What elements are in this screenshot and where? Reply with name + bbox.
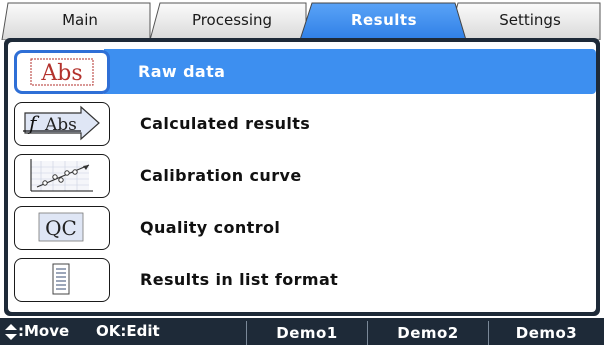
qc-icon: QC [14,206,110,250]
move-hint: :Move [18,322,70,340]
calibration-plot-icon [14,154,110,198]
tab-processing[interactable]: Processing [158,10,306,30]
menu-list: Abs Raw data f Abs Calculated results Ca… [8,42,596,312]
tab-main[interactable]: Main [10,10,150,30]
function-abs-icon: f Abs [14,102,110,146]
up-down-arrows-icon [5,324,17,340]
abs-icon: Abs [14,50,110,94]
ok-edit-hint: OK:Edit [96,322,160,340]
svg-text:Abs: Abs [40,61,82,86]
menu-item-label: Raw data [138,62,226,81]
results-menu-panel: Abs Raw data f Abs Calculated results Ca… [4,38,600,316]
list-document-icon [14,258,110,302]
menu-item-calibration-curve[interactable]: Calibration curve [8,152,596,202]
tab-results[interactable]: Results [310,10,458,30]
menu-item-label: Results in list format [140,270,339,289]
menu-item-raw-data[interactable]: Abs Raw data [8,48,596,98]
menu-item-quality-control[interactable]: QC Quality control [8,204,596,254]
svg-text:QC: QC [45,216,77,240]
tab-settings[interactable]: Settings [460,10,600,30]
svg-text:Abs: Abs [44,115,77,135]
bottom-softkey-bar: :Move OK:Edit Demo1 Demo2 Demo3 [0,318,604,345]
softkey-demo1[interactable]: Demo1 [247,321,367,345]
menu-item-label: Calculated results [140,114,311,133]
menu-item-label: Quality control [140,218,281,237]
tab-bar: Main Processing Results Settings [0,0,604,40]
menu-item-calculated-results[interactable]: f Abs Calculated results [8,100,596,150]
menu-item-results-list[interactable]: Results in list format [8,256,596,306]
softkey-demo2[interactable]: Demo2 [368,321,488,345]
menu-item-label: Calibration curve [140,166,302,185]
softkey-demo3[interactable]: Demo3 [489,321,604,345]
